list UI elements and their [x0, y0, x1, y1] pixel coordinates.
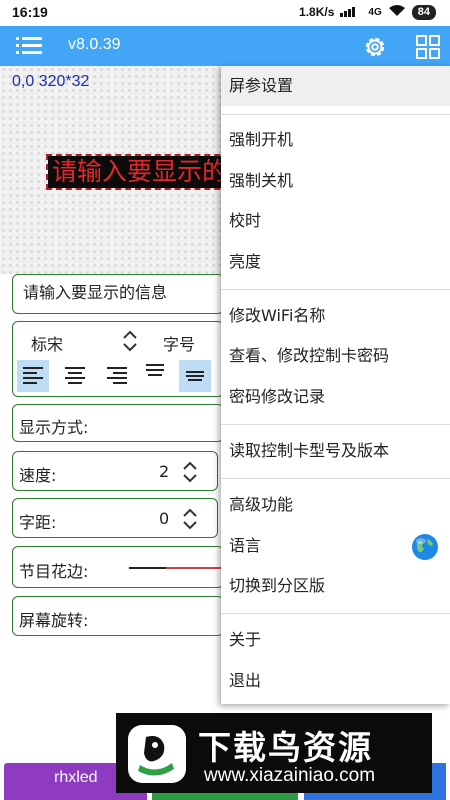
network-speed: 1.8K/s [299, 5, 335, 19]
menu-divider [221, 424, 450, 425]
menu-divider [221, 289, 450, 290]
align-left-icon[interactable] [17, 360, 49, 392]
message-input[interactable]: 请输入要显示的信息 [12, 274, 224, 314]
menu-item-read-card-model[interactable]: 读取控制卡型号及版本 [221, 431, 450, 471]
status-bar: 16:19 1.8K/s 4G 84 [0, 0, 450, 26]
font-settings-panel: 标宋 字号 [12, 321, 224, 397]
menu-divider [221, 478, 450, 479]
preview-coordinates: 0,0 320*32 [12, 73, 90, 90]
display-mode-select[interactable]: 显示方式: [12, 404, 224, 442]
bird-logo-icon [128, 725, 186, 783]
menu-item-time-sync[interactable]: 校时 [221, 201, 450, 241]
menu-item-screen-settings[interactable]: 屏参设置 [221, 66, 450, 106]
menu-item-advanced[interactable]: 高级功能 [221, 485, 450, 525]
menu-item-rename-wifi[interactable]: 修改WiFi名称 [221, 296, 450, 336]
overflow-menu: 屏参设置 强制开机 强制关机 校时 亮度 修改WiFi名称 查看、修改控制卡密码… [221, 66, 450, 704]
font-select-chevron-icon[interactable] [121, 330, 139, 352]
valign-top-icon[interactable] [139, 358, 171, 390]
site-watermark: 下载鸟资源 www.xiazainiao.com [116, 713, 432, 793]
wifi-icon [388, 4, 406, 20]
border-style-preview [129, 567, 221, 569]
watermark-title: 下载鸟资源 [198, 728, 373, 767]
menu-item-switch-partition[interactable]: 切换到分区版 [221, 566, 450, 606]
speed-stepper-arrows-icon[interactable] [181, 461, 199, 483]
menu-item-card-password[interactable]: 查看、修改控制卡密码 [221, 336, 450, 376]
spacing-label: 字距: [19, 513, 57, 532]
signal-icon [340, 5, 362, 20]
speed-value: 2 [159, 462, 170, 481]
spacing-value: 0 [159, 509, 170, 528]
menu-item-exit[interactable]: 退出 [221, 661, 450, 701]
align-center-icon[interactable] [59, 360, 91, 392]
grid-layout-icon[interactable] [416, 35, 440, 59]
font-name-select[interactable]: 标宋 [31, 331, 63, 355]
program-border-select[interactable]: 节目花边: [12, 546, 224, 588]
font-size-label[interactable]: 字号 [163, 331, 195, 355]
globe-icon [412, 534, 438, 560]
display-mode-label: 显示方式: [19, 418, 89, 437]
hamburger-menu-icon[interactable] [16, 35, 42, 57]
program-border-label: 节目花边: [19, 562, 89, 581]
menu-item-about[interactable]: 关于 [221, 620, 450, 660]
app-version: v8.0.39 [68, 36, 121, 53]
menu-divider [221, 114, 450, 115]
status-icons: 1.8K/s 4G 84 [299, 4, 436, 20]
menu-divider [221, 613, 450, 614]
menu-item-language-label: 语言 [229, 536, 262, 555]
battery-indicator: 84 [411, 4, 436, 20]
speed-stepper[interactable]: 速度: 2 [12, 451, 218, 491]
menu-item-brightness[interactable]: 亮度 [221, 242, 450, 282]
menu-item-language[interactable]: 语言 [221, 526, 450, 566]
screen-rotation-label: 屏幕旋转: [19, 611, 89, 630]
menu-item-force-power-off[interactable]: 强制关机 [221, 161, 450, 201]
watermark-url: www.xiazainiao.com [204, 765, 376, 786]
align-right-icon[interactable] [101, 360, 133, 392]
bottom-tab-label: rhxled [54, 769, 98, 786]
message-input-value: 请输入要显示的信息 [23, 283, 168, 302]
speed-label: 速度: [19, 466, 57, 485]
spacing-stepper-arrows-icon[interactable] [181, 508, 199, 530]
valign-middle-icon[interactable] [179, 360, 211, 392]
screen-rotation-select[interactable]: 屏幕旋转: [12, 596, 224, 636]
status-time: 16:19 [12, 4, 48, 20]
menu-item-force-power-on[interactable]: 强制开机 [221, 120, 450, 160]
spacing-stepper[interactable]: 字距: 0 [12, 498, 218, 538]
led-preview-text: 请输入要显示的信息 [46, 154, 240, 190]
gear-icon[interactable] [362, 34, 388, 60]
menu-item-password-history[interactable]: 密码修改记录 [221, 377, 450, 417]
app-bar: v8.0.39 [0, 26, 450, 66]
network-type: 4G [368, 6, 382, 18]
